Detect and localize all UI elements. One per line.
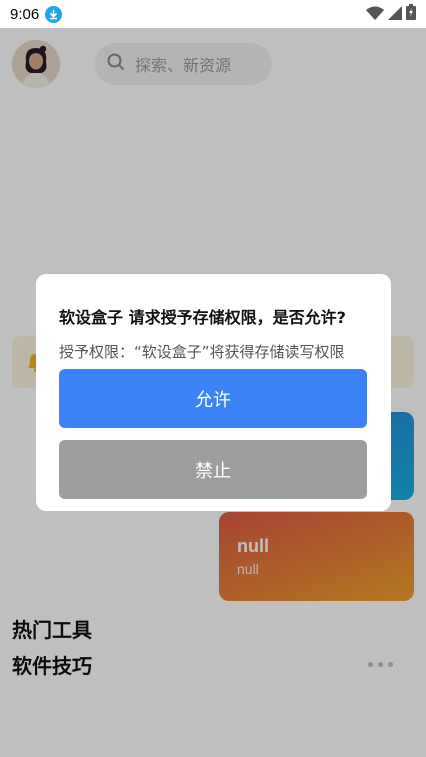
download-icon: [45, 5, 63, 23]
battery-charging-icon: [406, 4, 416, 24]
deny-button[interactable]: 禁止: [59, 440, 367, 499]
wifi-icon: [366, 5, 384, 24]
permission-dialog: 软设盒子 请求授予存储权限，是否允许? 授予权限：“软设盒子”将获得存储读写权限…: [36, 274, 391, 511]
status-bar: 9:06: [0, 0, 426, 28]
allow-button[interactable]: 允许: [59, 369, 367, 428]
dialog-title: 软设盒子 请求授予存储权限，是否允许?: [59, 308, 346, 327]
signal-icon: [388, 5, 402, 24]
dialog-message: 授予权限：“软设盒子”将获得存储读写权限: [59, 343, 345, 361]
status-time: 9:06: [10, 5, 40, 23]
